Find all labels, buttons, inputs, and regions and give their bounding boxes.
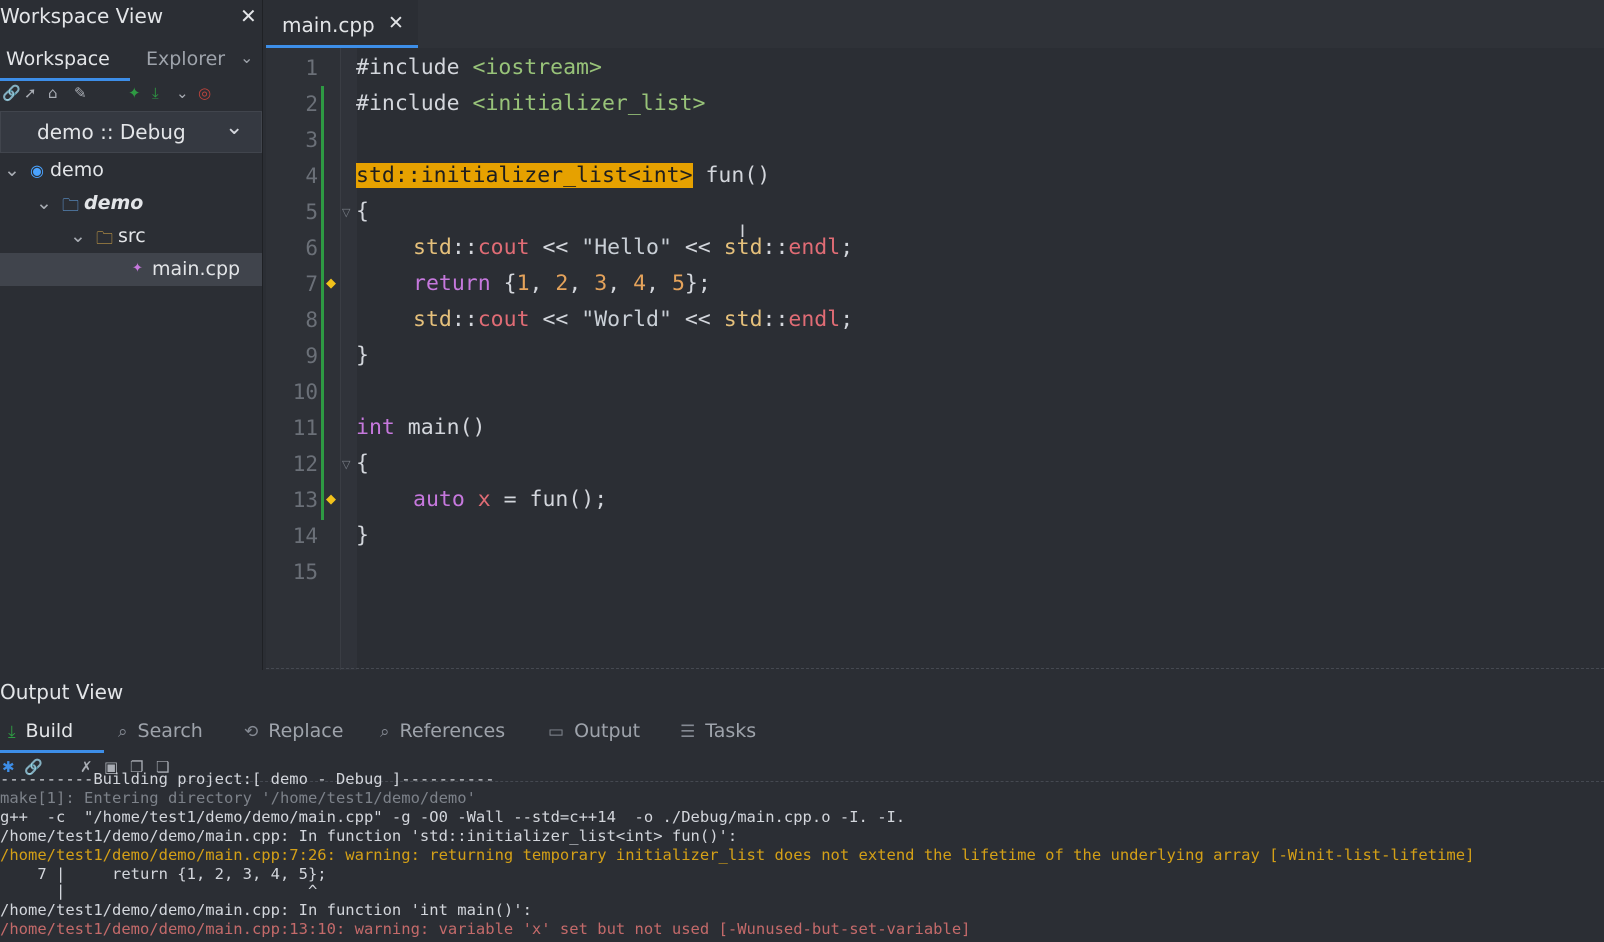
stop-icon[interactable]: ◎: [198, 84, 211, 102]
fold-toggle-icon[interactable]: ▽: [342, 458, 350, 471]
log-line: 7 | return {1, 2, 3, 4, 5};: [0, 865, 327, 883]
log-line: /home/test1/demo/demo/main.cpp: In funct…: [0, 901, 532, 919]
search-icon: ⌕: [118, 722, 128, 742]
editor-tab-main-cpp[interactable]: main.cpp ✕: [266, 0, 418, 48]
collapse-chevron-icon[interactable]: ⌄: [4, 159, 20, 181]
code-line-5: {: [356, 199, 369, 224]
tab-build[interactable]: ⤓ Build: [8, 720, 73, 742]
tab-explorer[interactable]: Explorer: [146, 48, 225, 70]
code-line-6: std::cout << "Hello" << std::endl;: [413, 235, 854, 260]
log-line: g++ -c "/home/test1/demo/demo/main.cpp" …: [0, 808, 906, 826]
tree-item-label: main.cpp: [152, 258, 241, 280]
panel-divider[interactable]: [266, 668, 1604, 669]
tab-replace[interactable]: ⟲ Replace: [244, 720, 343, 742]
log-line: make[1]: Entering directory '/home/test1…: [0, 789, 476, 807]
chevron-down-icon: ⌄: [225, 115, 244, 140]
fold-toggle-icon[interactable]: ▽: [342, 206, 350, 219]
line-number: 2: [305, 92, 318, 116]
line-number: 3: [305, 128, 318, 152]
line-number: 1: [305, 56, 318, 80]
log-line: /home/test1/demo/demo/main.cpp: In funct…: [0, 827, 738, 845]
output-view-title: Output View: [0, 680, 124, 704]
code-line-13: auto x = fun();: [413, 487, 608, 512]
tab-output[interactable]: ▭ Output: [548, 720, 640, 742]
log-line-warning[interactable]: /home/test1/demo/demo/main.cpp:13:10: wa…: [0, 920, 971, 938]
tree-item-label: demo: [50, 159, 104, 181]
folder-icon: 🗀: [62, 196, 79, 216]
selection-highlight: std::initializer_list<int>: [356, 163, 693, 188]
workspace-close-button[interactable]: ✕: [240, 4, 257, 28]
code-line-12: {: [356, 451, 369, 476]
code-line-7: return {1, 2, 3, 4, 5};: [413, 271, 711, 296]
workspace-toolbar: 🔗 ➚ ⌂ ✎ ✦ ⤓ ⌄ ◎: [0, 84, 262, 110]
code-editor[interactable]: [340, 48, 1604, 670]
tab-tasks[interactable]: ☰ Tasks: [680, 720, 756, 742]
output-tabs: ⤓ Build ⌕ Search ⟲ Replace ⌕ References ▭ Out…: [0, 712, 1604, 752]
tab-references[interactable]: ⌕ References: [380, 720, 505, 742]
active-tab-indicator: [0, 750, 104, 753]
list-icon: ☰: [680, 722, 696, 742]
tree-item-main-cpp[interactable]: ✦ main.cpp: [0, 253, 262, 286]
code-line-4: std::initializer_list<int> fun(): [356, 163, 771, 188]
tree-item-label: src: [118, 225, 146, 247]
warning-marker-icon[interactable]: ◆: [326, 492, 336, 507]
code-line-9: }: [356, 343, 369, 368]
build-icon[interactable]: ⤓: [152, 84, 159, 102]
modified-lines-indicator: [321, 86, 324, 520]
home-icon[interactable]: ⌂: [48, 84, 58, 102]
tabs-overflow-chevron-icon[interactable]: ⌄: [240, 48, 253, 67]
terminal-icon: ▭: [548, 722, 565, 742]
tab-workspace[interactable]: Workspace: [6, 48, 110, 70]
editor-tab-label: main.cpp: [282, 13, 375, 37]
tree-item-project-demo[interactable]: ⌄ 🗀 demo: [0, 187, 262, 220]
run-icon[interactable]: ✦: [128, 84, 141, 102]
replace-icon: ⟲: [244, 722, 259, 742]
line-number: 15: [292, 560, 318, 584]
line-number: 13: [292, 488, 318, 512]
link-editor-icon[interactable]: 🔗: [2, 84, 21, 102]
build-menu-chevron-icon[interactable]: ⌄: [176, 84, 189, 102]
log-line: ----------Building project:[ demo - Debu…: [0, 770, 495, 788]
line-number: 10: [292, 380, 318, 404]
editor-tab-bar: main.cpp ✕: [266, 0, 1604, 49]
code-line-14: }: [356, 523, 369, 548]
collapse-chevron-icon[interactable]: ⌄: [36, 192, 52, 214]
search-icon: ⌕: [380, 722, 390, 742]
line-number: 14: [292, 524, 318, 548]
build-config-label: demo :: Debug: [37, 120, 186, 144]
text-cursor-icon: I: [740, 222, 746, 242]
workspace-panel: Workspace View ✕ Workspace Explorer ⌄ 🔗 …: [0, 0, 263, 670]
line-number: 6: [305, 236, 318, 260]
settings-wrench-icon[interactable]: ✎: [74, 84, 87, 102]
build-icon: ⤓: [8, 722, 16, 742]
cpp-file-icon: ✦: [132, 261, 143, 276]
build-config-select[interactable]: demo :: Debug ⌄: [0, 111, 262, 153]
line-number: 11: [292, 416, 318, 440]
line-number: 12: [292, 452, 318, 476]
log-line-warning[interactable]: /home/test1/demo/demo/main.cpp:7:26: war…: [0, 846, 1474, 864]
workspace-view-title: Workspace View: [0, 4, 164, 28]
tree-item-src[interactable]: ⌄ 🗀 src: [0, 220, 262, 253]
line-number: 4: [305, 164, 318, 188]
log-line: | ^: [0, 882, 318, 900]
folder-icon: 🗀: [96, 229, 113, 249]
goto-active-project-icon[interactable]: ➚: [24, 84, 37, 102]
editor-tab-close-button[interactable]: ✕: [388, 12, 404, 34]
tab-search[interactable]: ⌕ Search: [118, 720, 203, 742]
code-line-1: #include <iostream>: [356, 55, 602, 80]
code-line-11: int main(): [356, 415, 486, 440]
code-line-2: #include <initializer_list>: [356, 91, 706, 116]
collapse-chevron-icon[interactable]: ⌄: [70, 225, 86, 247]
workspace-icon: ◉: [30, 161, 44, 180]
fold-margin: [340, 48, 357, 670]
warning-marker-icon[interactable]: ◆: [326, 276, 336, 291]
tree-item-workspace-demo[interactable]: ⌄ ◉ demo: [0, 154, 262, 187]
line-number: 8: [305, 308, 318, 332]
active-tab-indicator: [0, 78, 130, 81]
line-number: 9: [305, 344, 318, 368]
line-number: 5: [305, 200, 318, 224]
code-line-8: std::cout << "World" << std::endl;: [413, 307, 854, 332]
line-number: 7: [305, 272, 318, 296]
tree-item-label: demo: [84, 192, 144, 214]
